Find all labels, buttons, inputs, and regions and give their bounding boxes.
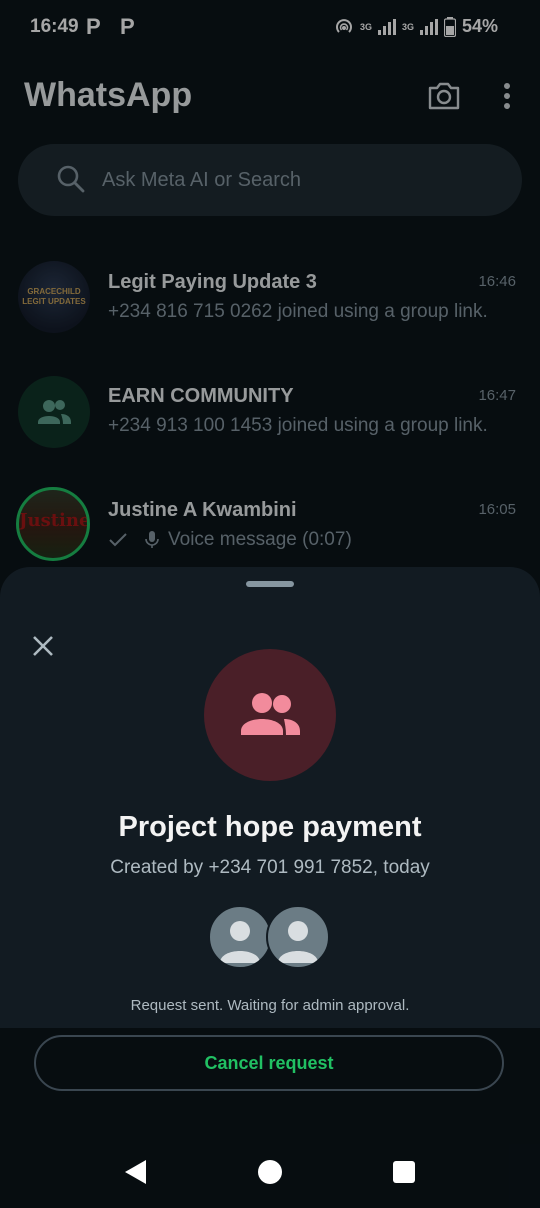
group-invite-sheet: Project hope payment Created by +234 701… [0, 567, 540, 1028]
system-nav-bar [0, 1130, 540, 1208]
avatar-text: GRACECHILD [27, 287, 81, 296]
chat-avatar: GRACECHILD LEGIT UPDATES [18, 261, 90, 333]
chat-last-message: Voice message (0:07) [168, 529, 352, 550]
drag-handle[interactable] [246, 581, 294, 587]
more-options-icon[interactable] [494, 78, 520, 119]
chat-time: 16:47 [478, 387, 516, 404]
microphone-icon [145, 531, 159, 548]
back-icon[interactable] [122, 1158, 148, 1186]
hotspot-icon [336, 18, 352, 33]
recents-icon[interactable] [392, 1158, 416, 1186]
network-type-label: 3G [359, 21, 372, 32]
person-icon [278, 921, 318, 963]
app-title: WhatsApp [24, 76, 193, 114]
chat-last-message: +234 816 715 0262 joined using a group l… [108, 301, 488, 322]
check-icon [109, 533, 127, 547]
avatar-text: LEGIT UPDATES [22, 297, 86, 306]
avatar [266, 905, 330, 969]
member-avatars [208, 905, 332, 969]
chat-name: EARN COMMUNITY [108, 385, 294, 407]
status-time: 16:49 [30, 16, 79, 37]
search-icon [57, 165, 85, 193]
signal-icon [377, 18, 396, 35]
notification-icon: P [120, 14, 135, 39]
search-bar[interactable] [18, 144, 522, 216]
avatar-text: Justine [19, 510, 90, 531]
battery-icon [443, 16, 456, 37]
chat-row[interactable]: EARN COMMUNITY 16:47 +234 913 100 1453 j… [0, 366, 540, 476]
chat-avatar: Justine [16, 487, 90, 561]
signal-icon [419, 18, 438, 35]
chat-time: 16:05 [478, 501, 516, 518]
cancel-request-button[interactable]: Cancel request [34, 1035, 504, 1091]
notification-icon: P [86, 14, 101, 39]
avatar [208, 905, 272, 969]
chat-name: Justine A Kwambini [108, 499, 297, 521]
group-avatar [204, 649, 336, 781]
chat-last-message: +234 913 100 1453 joined using a group l… [108, 415, 488, 436]
search-input[interactable] [102, 166, 482, 194]
battery-percentage: 54% [461, 16, 498, 36]
request-status-text: Request sent. Waiting for admin approval… [130, 997, 410, 1014]
person-icon [220, 921, 260, 963]
group-icon [38, 400, 71, 424]
status-indicators: 3G 3G 54% [334, 16, 498, 37]
close-icon[interactable] [28, 631, 58, 661]
chat-name: Legit Paying Update 3 [108, 271, 317, 293]
chat-avatar [18, 376, 90, 448]
home-icon[interactable] [257, 1158, 283, 1186]
chat-time: 16:46 [478, 273, 516, 290]
group-creator-info: Created by +234 701 991 7852, today [110, 857, 430, 878]
network-type-label: 3G [401, 21, 414, 32]
group-name: Project hope payment [118, 811, 422, 843]
status-bar: 16:49 P P 3G 3G 54% [0, 0, 540, 52]
group-icon [241, 693, 300, 735]
camera-icon[interactable] [426, 78, 462, 119]
chat-row[interactable]: GRACECHILD LEGIT UPDATES Legit Paying Up… [0, 252, 540, 362]
